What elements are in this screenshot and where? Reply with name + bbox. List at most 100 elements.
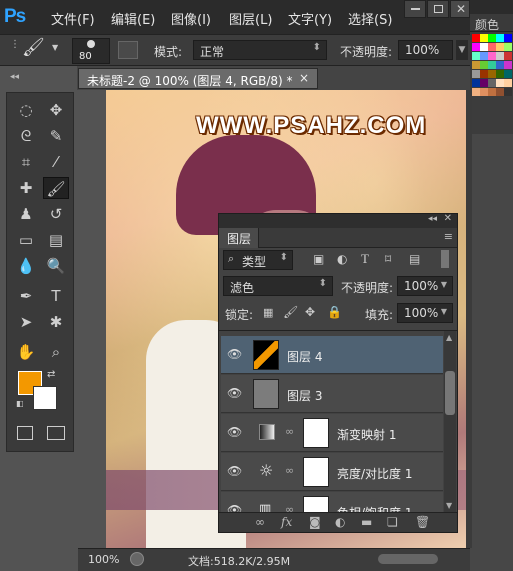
layer-mask-thumbnail[interactable]	[303, 418, 329, 448]
scroll-thumb[interactable]	[445, 371, 455, 415]
color-swatch[interactable]	[488, 52, 496, 60]
eyedropper-tool-icon[interactable]: ⁄	[43, 151, 69, 173]
type-tool-icon[interactable]: T	[43, 285, 69, 307]
color-swatch[interactable]	[472, 34, 480, 42]
eraser-tool-icon[interactable]: ▭	[13, 229, 39, 251]
maximize-button[interactable]	[427, 0, 449, 18]
opacity-input[interactable]: 100%	[398, 40, 453, 60]
menu-select[interactable]: 选择(S)	[348, 9, 392, 28]
filter-adjustment-icon[interactable]: ◐	[337, 252, 347, 266]
brush-tool-icon[interactable]: 🖌	[22, 37, 45, 58]
color-swatch[interactable]	[496, 61, 504, 69]
chain-link-icon[interactable]: ∞	[285, 464, 294, 477]
menu-layer[interactable]: 图层(L)	[229, 9, 272, 28]
filter-smart-object-icon[interactable]: ▤	[409, 252, 420, 266]
visibility-eye-icon[interactable]: 👁	[227, 386, 243, 400]
filter-toggle-icon[interactable]	[441, 250, 449, 268]
color-swatch[interactable]	[504, 34, 512, 42]
swap-colors-icon[interactable]: ⇄	[47, 369, 55, 380]
lasso-tool-icon[interactable]: ᘓ	[13, 125, 39, 147]
quick-select-tool-icon[interactable]: ✎	[43, 125, 69, 147]
shape-tool-icon[interactable]: ✱	[43, 311, 69, 333]
collapse-panel-icon[interactable]: ◂◂	[428, 214, 437, 224]
menu-file[interactable]: 文件(F)	[51, 9, 95, 28]
color-swatch[interactable]	[504, 52, 512, 60]
color-swatch[interactable]	[488, 34, 496, 42]
document-tab[interactable]: 未标题-2 @ 100% (图层 4, RGB/8) * ×	[78, 68, 318, 89]
canvas-vertical-scrollbar[interactable]	[466, 90, 472, 548]
move-tool-icon[interactable]: ✥	[43, 99, 69, 121]
close-document-icon[interactable]: ×	[299, 71, 309, 85]
color-swatch[interactable]	[472, 79, 480, 87]
visibility-eye-icon[interactable]: 👁	[227, 425, 243, 439]
color-swatch[interactable]	[480, 88, 488, 96]
color-swatch[interactable]	[496, 70, 504, 78]
lock-transparent-icon[interactable]: ▦	[263, 306, 273, 319]
color-swatch[interactable]	[496, 52, 504, 60]
scroll-up-icon[interactable]: ▲	[446, 333, 452, 342]
clone-stamp-tool-icon[interactable]: ♟	[13, 203, 39, 225]
color-swatch[interactable]	[480, 43, 488, 51]
color-swatch[interactable]	[472, 52, 480, 60]
layer-row[interactable]: 👁 ▥ ∞ 色相/饱和度 1	[221, 492, 443, 512]
color-swatch[interactable]	[472, 43, 480, 51]
brush-tool-active-icon[interactable]: 🖌	[43, 177, 69, 199]
close-window-button[interactable]: ✕	[450, 0, 470, 18]
delete-layer-icon[interactable]: 🗑	[415, 515, 430, 529]
chain-link-icon[interactable]: ∞	[285, 425, 294, 438]
pen-tool-icon[interactable]: ✒	[13, 285, 39, 307]
color-swatch[interactable]	[504, 79, 512, 87]
blend-mode-dropdown[interactable]: 滤色 ⬍	[223, 276, 333, 296]
lock-position-icon[interactable]: ✥	[305, 305, 315, 319]
new-group-icon[interactable]: ▬	[361, 515, 372, 529]
screen-mode-icon[interactable]	[47, 426, 65, 440]
status-menu-icon[interactable]	[130, 552, 144, 566]
color-swatch[interactable]	[496, 43, 504, 51]
color-swatch[interactable]	[480, 70, 488, 78]
layer-mask-thumbnail[interactable]	[303, 457, 329, 487]
minimize-button[interactable]	[404, 0, 426, 18]
healing-brush-tool-icon[interactable]: ✚	[13, 177, 39, 199]
color-swatch[interactable]	[504, 61, 512, 69]
layers-tab[interactable]: 图层	[219, 228, 259, 248]
color-swatch[interactable]	[480, 52, 488, 60]
color-swatch[interactable]	[496, 79, 504, 87]
color-swatch[interactable]	[504, 43, 512, 51]
panel-menu-icon[interactable]: ≡	[444, 230, 453, 243]
color-swatch[interactable]	[504, 70, 512, 78]
path-select-tool-icon[interactable]: ➤	[13, 311, 39, 333]
add-mask-icon[interactable]: ◙	[309, 515, 321, 529]
color-swatch[interactable]	[496, 34, 504, 42]
blur-tool-icon[interactable]: 💧	[13, 255, 39, 277]
lock-image-icon[interactable]: 🖌	[283, 305, 298, 319]
visibility-eye-icon[interactable]: 👁	[227, 464, 243, 478]
layers-scrollbar[interactable]: ▲ ▼	[444, 331, 456, 512]
visibility-eye-icon[interactable]: 👁	[227, 347, 243, 361]
color-swatch[interactable]	[504, 88, 512, 96]
zoom-tool-icon[interactable]: ⌕	[43, 341, 69, 363]
layer-row[interactable]: 👁 图层 4	[221, 336, 443, 374]
marquee-tool-icon[interactable]: ◌	[13, 99, 39, 121]
collapse-toolbox-icon[interactable]: ◂◂	[10, 72, 19, 82]
color-swatch[interactable]	[472, 61, 480, 69]
opacity-chevron-icon[interactable]: ▼	[456, 40, 468, 60]
color-swatch[interactable]	[480, 61, 488, 69]
color-swatch[interactable]	[488, 43, 496, 51]
filter-type-dropdown[interactable]: ⌕ 类型 ⬍	[223, 250, 293, 270]
menu-edit[interactable]: 编辑(E)	[111, 9, 155, 28]
crop-tool-icon[interactable]: ⌗	[13, 151, 39, 173]
brush-preset-chevron-icon[interactable]: ▼	[52, 43, 58, 52]
visibility-eye-icon[interactable]: 👁	[227, 503, 243, 512]
menu-type[interactable]: 文字(Y)	[288, 9, 332, 28]
color-swatch[interactable]	[480, 79, 488, 87]
close-panel-icon[interactable]: ✕	[444, 213, 452, 224]
mode-dropdown[interactable]: 正常 ⬍	[193, 40, 327, 60]
brush-size-picker[interactable]: 80	[72, 38, 110, 64]
filter-pixel-icon[interactable]: ▣	[313, 252, 324, 266]
layer-row[interactable]: 👁 ∞ 渐变映射 1	[221, 414, 443, 452]
dodge-tool-icon[interactable]: 🔍	[43, 255, 69, 277]
default-colors-icon[interactable]: ◧	[16, 399, 24, 408]
adjustment-layer-icon[interactable]: ◐	[335, 515, 345, 529]
color-swatch[interactable]	[472, 88, 480, 96]
brush-panel-toggle-icon[interactable]	[118, 41, 138, 59]
